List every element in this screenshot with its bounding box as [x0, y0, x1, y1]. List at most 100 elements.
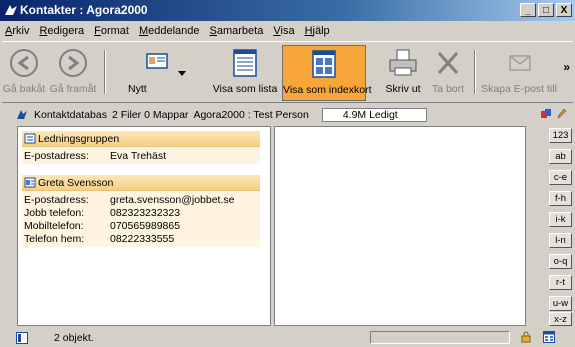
group-card-icon: [24, 133, 36, 144]
app-window: Kontakter : Agora2000 _ □ X Arkiv Redige…: [0, 0, 575, 347]
forward-button[interactable]: Gå framåt: [48, 45, 98, 101]
folder-colors-icon[interactable]: [541, 108, 552, 119]
left-gutter: [2, 126, 16, 326]
field-value[interactable]: greta.svensson@jobbet.se: [110, 194, 234, 206]
app-icon: [5, 5, 17, 15]
menu-hjalp[interactable]: Hjälp: [300, 25, 335, 37]
email-icon: [509, 55, 531, 71]
menu-meddelande[interactable]: Meddelande: [134, 25, 205, 37]
contact-database-icon: [17, 109, 27, 119]
new-button[interactable]: Nytt: [122, 45, 192, 101]
close-button[interactable]: X: [556, 3, 572, 17]
field-value[interactable]: 082323232323: [110, 207, 180, 219]
index-card[interactable]: Ledningsgruppen E-postadress: Eva Trehäs…: [22, 131, 260, 164]
menu-label: rkiv: [12, 24, 30, 37]
delete-label: Ta bort: [431, 83, 465, 95]
card-body: E-postadress: greta.svensson@jobbet.se J…: [22, 191, 260, 247]
menu-label: ormat: [100, 24, 129, 37]
menu-mnemonic: M: [138, 24, 149, 37]
menu-label: jälp: [312, 24, 330, 37]
menu-label: edigera: [47, 24, 85, 37]
printer-icon: [389, 49, 417, 76]
back-label: Gå bakåt: [2, 83, 46, 95]
card-header[interactable]: Ledningsgruppen: [22, 131, 260, 147]
card-field-row: Mobiltelefon: 070565989865: [22, 219, 260, 232]
status-text: 2 objekt.: [54, 331, 94, 344]
field-value[interactable]: 08222333555: [110, 233, 174, 245]
field-value[interactable]: 070565989865: [110, 220, 180, 232]
card-field-row: E-postadress: greta.svensson@jobbet.se: [22, 193, 260, 206]
index-tab-l-n[interactable]: l-n: [549, 233, 572, 248]
index-tab-i-k[interactable]: i-k: [549, 212, 572, 227]
window-title: Kontakter : Agora2000: [20, 3, 148, 17]
card-field-row: E-postadress: Eva Trehäst: [22, 149, 260, 162]
menu-bar: Arkiv Redigera Format Meddelande Samarbe…: [0, 21, 575, 40]
print-label: Skriv ut: [385, 83, 421, 95]
toolbar-separator: [104, 50, 106, 94]
field-label: E-postadress:: [24, 193, 89, 206]
forward-label: Gå framåt: [49, 83, 97, 95]
card-field-row: Telefon hem: 08222333555: [22, 232, 260, 245]
index-tab-ab[interactable]: ab: [549, 149, 572, 164]
card-field-row: Jobb telefon: 082323232323: [22, 206, 260, 219]
view-index-button[interactable]: Visa som indexkort: [282, 45, 372, 101]
delete-x-icon: [437, 51, 459, 75]
current-path: Agora2000 : Test Person: [193, 108, 309, 121]
contact-card-icon: [24, 177, 36, 188]
field-label: Jobb telefon:: [24, 206, 85, 219]
menu-redigera[interactable]: Redigera: [34, 25, 89, 37]
dropdown-arrow-icon[interactable]: [178, 71, 186, 76]
index-card[interactable]: Greta Svensson E-postadress: greta.svens…: [22, 175, 260, 247]
view-list-label: Visa som lista: [212, 83, 278, 95]
minimize-button[interactable]: _: [520, 3, 536, 17]
menu-visa[interactable]: Visa: [268, 25, 299, 37]
field-value[interactable]: Eva Trehäst: [110, 150, 166, 162]
menu-format[interactable]: Format: [89, 25, 134, 37]
menu-arkiv[interactable]: Arkiv: [0, 25, 34, 37]
new-label: Nytt: [128, 83, 147, 95]
status-progress-field: [370, 331, 510, 344]
card-detail-pane[interactable]: [274, 126, 526, 326]
menu-label: eddelande: [148, 24, 200, 37]
lock-icon: [521, 331, 531, 343]
view-index-label: Visa som indexkort: [283, 84, 372, 96]
index-card-view-icon: [312, 50, 336, 78]
pencil-icon[interactable]: [556, 108, 567, 119]
arrow-right-icon: [59, 49, 87, 77]
alphabet-index: 123 ab c-e f-h i-k l-n o-q r-t u-w x-z: [528, 126, 575, 326]
menu-label: isa: [280, 24, 295, 37]
toolbar: Gå bakåt Gå framåt Nytt Visa som lista V…: [2, 41, 573, 103]
index-tab-u-w[interactable]: u-w: [549, 296, 572, 311]
delete-button[interactable]: Ta bort: [426, 45, 470, 101]
index-tab-o-q[interactable]: o-q: [549, 254, 572, 269]
index-tab-c-e[interactable]: c-e: [549, 170, 572, 185]
create-email-button[interactable]: Skapa E-post till: [480, 45, 558, 101]
toolbar-overflow-chevron[interactable]: »: [563, 60, 570, 74]
maximize-button[interactable]: □: [538, 3, 554, 17]
view-toggle-icon[interactable]: [16, 331, 28, 344]
card-title: Ledningsgruppen: [38, 132, 120, 145]
menu-mnemonic: V: [273, 24, 281, 37]
menu-mnemonic: H: [304, 24, 313, 37]
index-tab-r-t[interactable]: r-t: [549, 275, 572, 290]
title-bar: Kontakter : Agora2000 _ □ X: [0, 0, 575, 21]
view-list-button[interactable]: Visa som lista: [210, 45, 280, 101]
index-tab-x-z[interactable]: x-z: [549, 312, 572, 326]
print-button[interactable]: Skriv ut: [380, 45, 426, 101]
arrow-left-icon: [10, 49, 38, 77]
path-bar: Kontaktdatabas 2 Filer 0 Mappar Agora200…: [2, 106, 573, 123]
back-button[interactable]: Gå bakåt: [2, 45, 46, 101]
new-contact-card-icon: [146, 53, 168, 69]
card-list-icon[interactable]: [543, 331, 555, 343]
card-header[interactable]: Greta Svensson: [22, 175, 260, 191]
card-body: E-postadress: Eva Trehäst: [22, 147, 260, 164]
file-folder-count: 2 Filer 0 Mappar: [111, 108, 189, 121]
field-label: Mobiltelefon:: [24, 219, 84, 232]
index-card-pane[interactable]: Ledningsgruppen E-postadress: Eva Trehäs…: [17, 126, 271, 326]
menu-samarbeta[interactable]: Samarbeta: [205, 25, 269, 37]
menu-label: amarbeta: [216, 24, 264, 37]
index-tab-123[interactable]: 123: [549, 128, 572, 143]
field-label: Telefon hem:: [24, 232, 85, 245]
menu-mnemonic: F: [94, 24, 101, 37]
index-tab-f-h[interactable]: f-h: [549, 191, 572, 206]
